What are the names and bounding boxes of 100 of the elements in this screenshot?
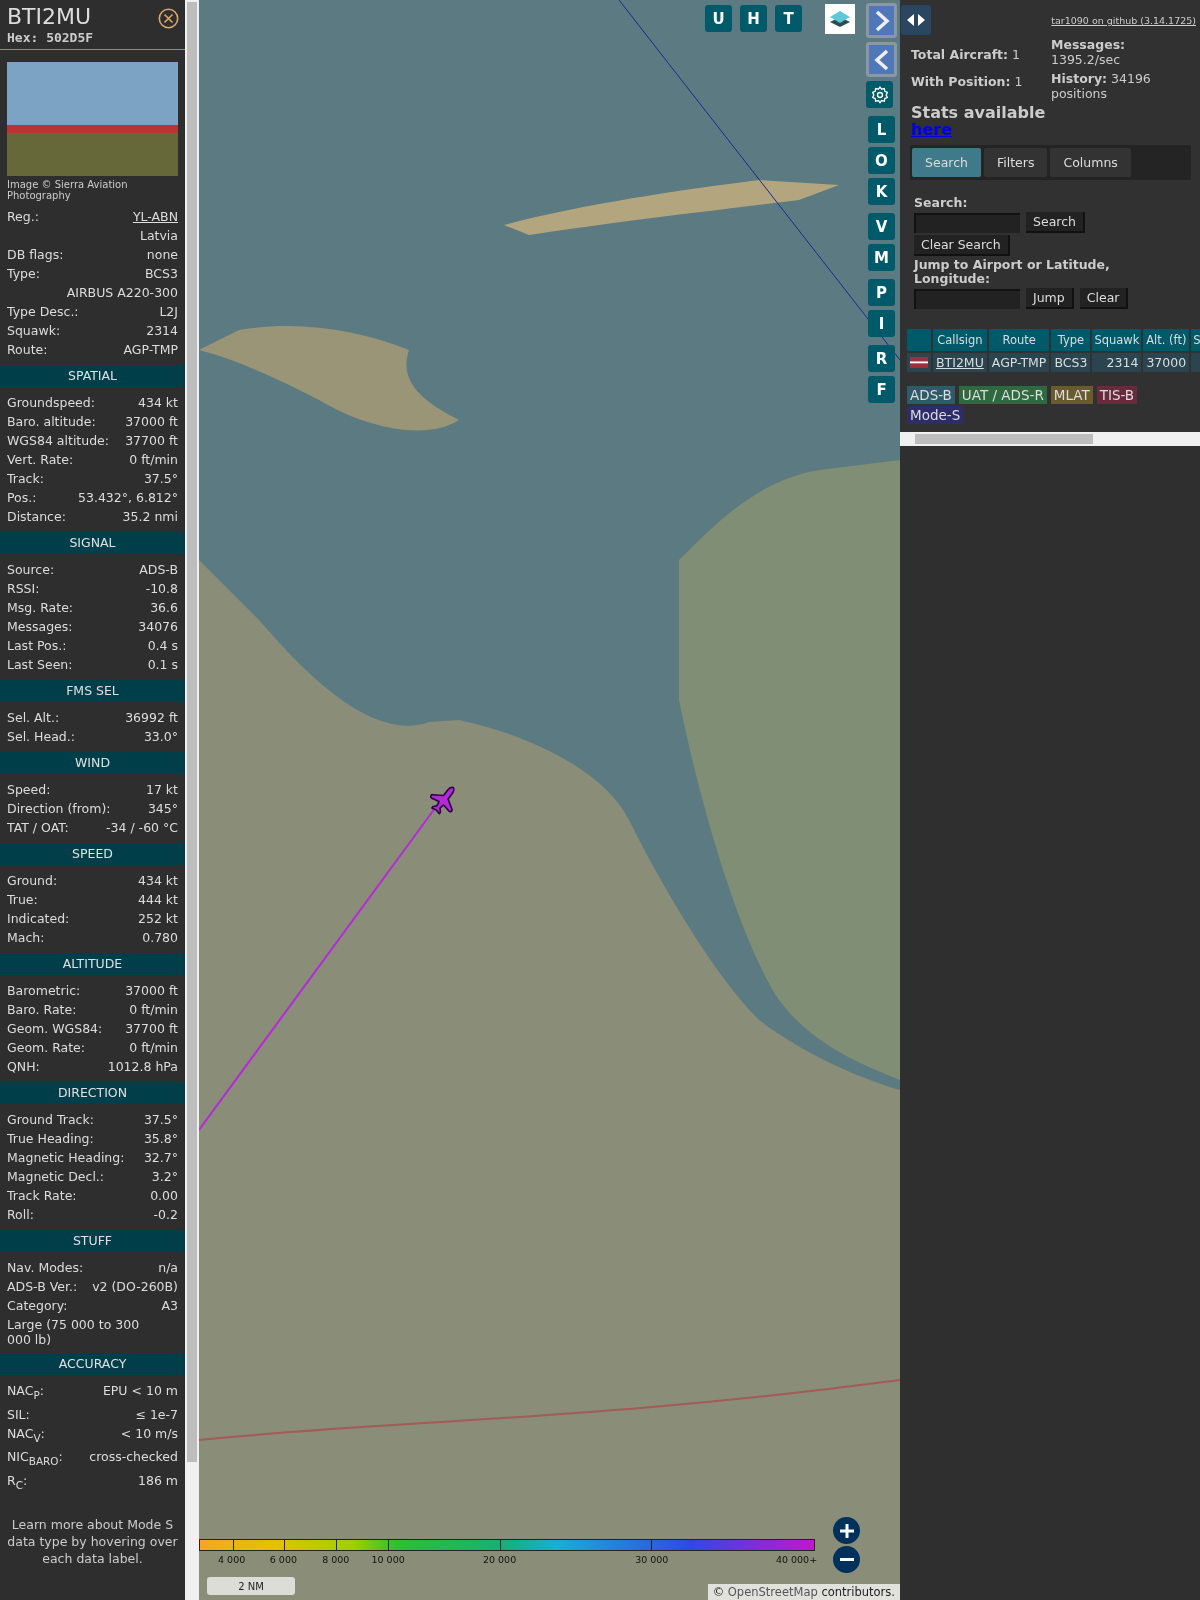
table-header[interactable]: Route (988, 329, 1050, 351)
field-label: ADS-B Ver.: (7, 1278, 78, 1296)
table-header[interactable]: Callsign (933, 329, 987, 351)
section-header: STUFF (0, 1230, 185, 1252)
registration-link[interactable]: YL-ABN (132, 207, 178, 226)
field-value: 0.00 (150, 1187, 178, 1205)
altitude-label: 40 000+ (775, 1554, 818, 1565)
attribution-link[interactable]: OpenStreetMap (727, 1585, 818, 1599)
field-value: 32.7° (143, 1149, 178, 1167)
table-header[interactable]: Type (1051, 329, 1091, 351)
field-value: v2 (DO-260B) (92, 1278, 178, 1296)
map-toggle-button[interactable]: H (740, 5, 767, 32)
map-scale: 2 NM (207, 1577, 295, 1595)
field-label: Track: (7, 470, 44, 488)
map-toggle-button[interactable]: K (868, 178, 895, 205)
field-label: Distance: (7, 508, 66, 526)
section-header: SIGNAL (0, 532, 185, 554)
field-value: 37.5° (143, 1111, 178, 1129)
field-label: NIC$_{BARO}$: (7, 1448, 63, 1469)
section-header: ACCURACY (0, 1353, 185, 1375)
section-header: WIND (0, 752, 185, 774)
attribution-text: contributors. (820, 1585, 895, 1599)
field-value: 17 kt (145, 781, 178, 799)
source-tag: TIS-B (1096, 386, 1138, 404)
field-label: Source: (7, 561, 55, 579)
field-value: 252 kt (138, 910, 178, 928)
map-toggle-button[interactable]: V (868, 213, 895, 240)
table-header[interactable]: Squawk (1092, 329, 1142, 351)
layers-button[interactable] (825, 4, 855, 34)
scrollbar[interactable] (900, 432, 1200, 446)
source-tag: UAT / ADS-R (958, 386, 1047, 404)
table-header[interactable]: Alt. (ft) (1143, 329, 1190, 351)
previous-button[interactable] (866, 42, 897, 77)
scrollbar[interactable] (185, 0, 199, 1600)
zoom-out-button[interactable] (833, 1546, 860, 1573)
tab[interactable]: Search (912, 148, 981, 177)
map-toggle-button[interactable]: F (868, 376, 895, 403)
field-value: 36992 ft (125, 709, 178, 727)
field-label: Speed: (7, 781, 51, 799)
field-value: 434 kt (138, 872, 178, 890)
field-value: 0.4 s (147, 637, 178, 655)
github-link[interactable]: tar1090 on github (3.14.1725) (1051, 15, 1196, 26)
field-value: 53.432°, 6.812° (78, 489, 178, 507)
settings-button[interactable] (866, 81, 893, 108)
field-value: 37000 ft (125, 413, 178, 431)
clear-search-button[interactable]: Clear Search (914, 235, 1010, 256)
clear-button[interactable]: Clear (1079, 288, 1129, 309)
table-cell: 2314 (1092, 353, 1142, 372)
panel-toggle-button[interactable] (901, 5, 931, 35)
field-value: 36.6 (150, 599, 178, 617)
section-header: SPEED (0, 843, 185, 865)
field-value: 33.0° (143, 728, 178, 746)
jump-field[interactable] (914, 288, 1020, 309)
map-toggle-button[interactable]: P (868, 279, 895, 306)
source-tag: ADS-B (907, 386, 955, 404)
category-description: Large (75 000 to 300 000 lb) (6, 1317, 141, 1347)
altitude-label: 4 000 (218, 1554, 246, 1565)
field-value: < 10 m/s (120, 1424, 178, 1443)
field-label: Sel. Head.: (7, 728, 75, 746)
field-label: Magnetic Heading: (7, 1149, 125, 1167)
field-label: NAC$_{V}$: (7, 1424, 45, 1445)
field-value: BCS3 (145, 265, 178, 283)
field-label: Pos.: (7, 489, 37, 507)
table-header[interactable]: S (1191, 329, 1200, 351)
field-value: 1012.8 hPa (107, 1058, 178, 1076)
search-button[interactable]: Search (1026, 212, 1085, 233)
tab[interactable]: Filters (983, 148, 1048, 177)
field-label: True: (7, 891, 38, 909)
table-cell: BCS3 (1051, 353, 1091, 372)
zoom-in-button[interactable] (833, 1517, 860, 1544)
field-label: Vert. Rate: (7, 451, 74, 469)
map-toggle-button[interactable]: L (868, 116, 895, 143)
next-button[interactable] (866, 3, 897, 38)
field-label: Type Desc.: (7, 303, 79, 321)
table-header (907, 329, 931, 351)
field-value: 0 ft/min (129, 451, 178, 469)
plus-icon (838, 1522, 855, 1539)
map-toggle-button[interactable]: T (775, 5, 802, 32)
field-value: 0 ft/min (129, 1039, 178, 1057)
field-label: Sel. Alt.: (7, 709, 60, 727)
tab[interactable]: Columns (1050, 148, 1131, 177)
search-field[interactable] (914, 212, 1020, 233)
map-toggle-button[interactable]: O (868, 147, 895, 174)
map-toggle-button[interactable]: R (868, 345, 895, 372)
field-label: Mach: (7, 929, 45, 947)
field-value: 444 kt (138, 891, 178, 909)
map-toggle-button[interactable]: I (868, 310, 895, 337)
field-value: none (146, 246, 178, 264)
jump-button[interactable]: Jump (1026, 288, 1074, 309)
close-icon[interactable] (158, 8, 179, 29)
stat-text: Total Aircraft: 1 (911, 47, 1021, 62)
field-value: A3 (161, 1297, 178, 1315)
chevron-left-icon (873, 48, 890, 71)
map-toggle-button[interactable]: U (705, 5, 732, 32)
field-label: TAT / OAT: (7, 819, 69, 837)
source-tag: Mode-S (907, 406, 964, 424)
field-label: Geom. WGS84: (7, 1020, 103, 1038)
map-toggle-button[interactable]: M (868, 244, 895, 271)
field-label: Squawk: (7, 322, 61, 340)
field-value: 35.2 nmi (122, 508, 178, 526)
